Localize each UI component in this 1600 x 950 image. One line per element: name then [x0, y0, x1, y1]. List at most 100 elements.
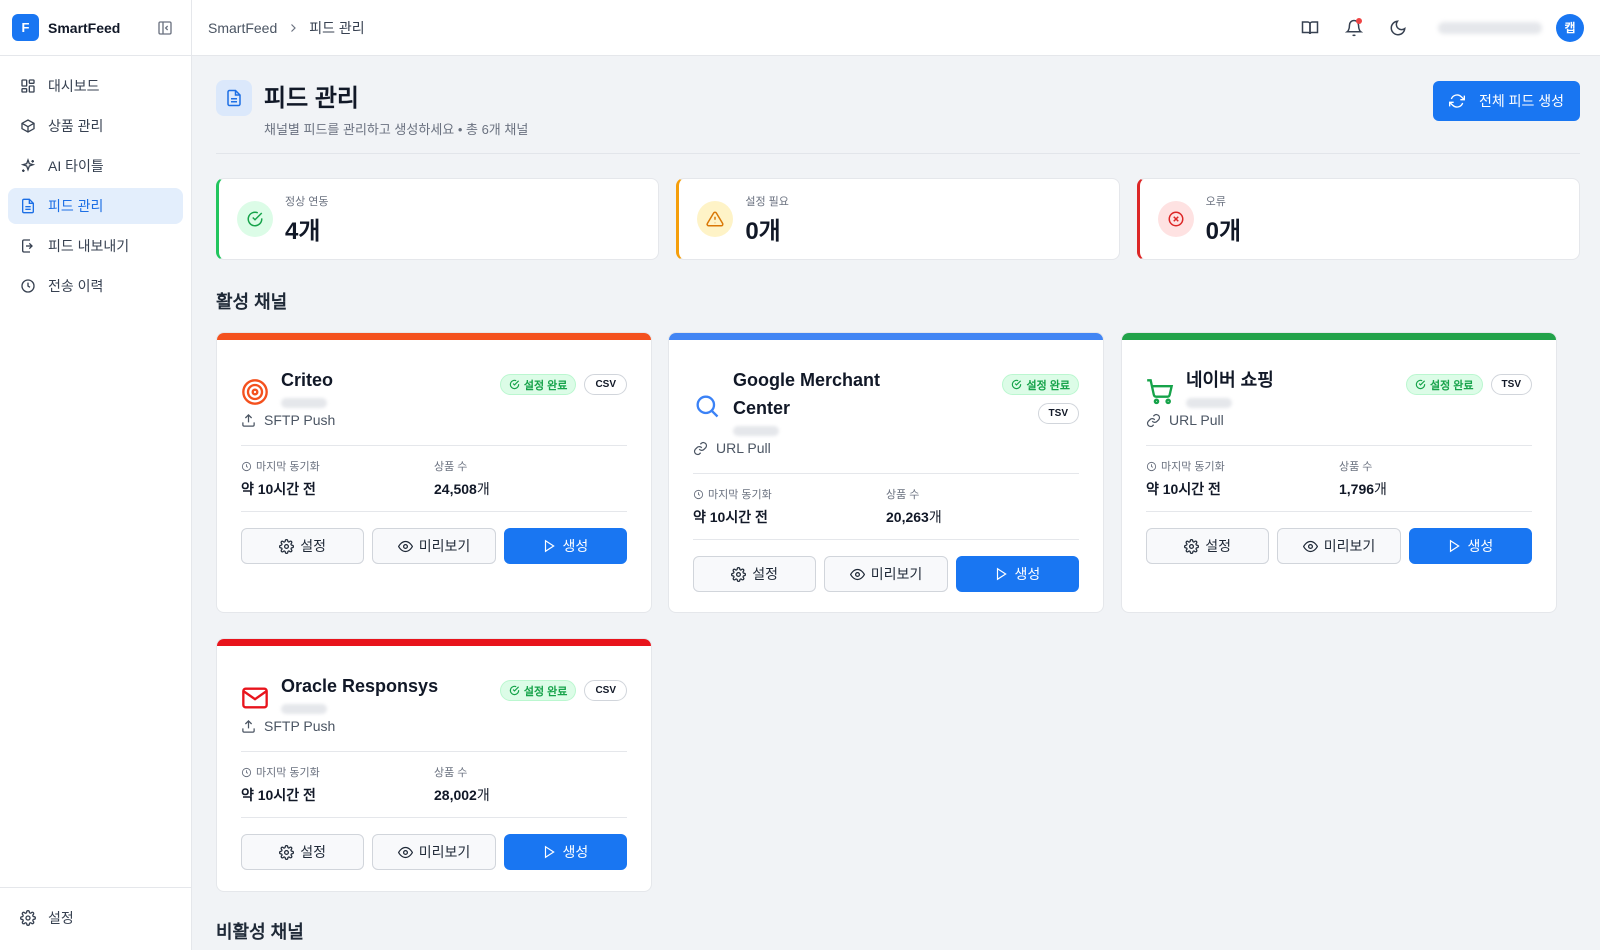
channel-card-google-merchant-center: Google Merchant Center 설정 완료 TSV URL Pul… [668, 332, 1104, 613]
sparkles-icon [20, 158, 36, 172]
generate-button[interactable]: 생성 [503, 834, 627, 870]
clock-icon [693, 489, 704, 499]
preview-button[interactable]: 미리보기 [372, 528, 496, 564]
check-circle-icon [1415, 379, 1426, 390]
generate-button[interactable]: 생성 [955, 556, 1079, 592]
settings-button[interactable]: 설정 [693, 556, 817, 592]
sidebar-nav: 대시보드 상품 관리 AI 타이틀 피드 관리 피드 내보내기 전송 이력 [0, 56, 191, 320]
moon-icon[interactable] [1380, 10, 1416, 46]
upload-icon [242, 413, 255, 427]
sidebar-item-label: 피드 관리 [48, 198, 104, 214]
card-accent-bar [669, 333, 1103, 340]
product-count-label: 상품 수 [434, 461, 468, 473]
refresh-icon [1448, 94, 1465, 108]
product-count-value: 20,263개 [886, 509, 942, 525]
card-accent-bar [217, 639, 651, 646]
sidebar-item-feed-export[interactable]: 피드 내보내기 [8, 228, 183, 264]
preview-button[interactable]: 미리보기 [372, 834, 496, 870]
product-count-label: 상품 수 [886, 489, 920, 501]
sidebar-item-products[interactable]: 상품 관리 [8, 108, 183, 144]
delivery-method-label: SFTP Push [264, 412, 336, 428]
last-sync-value: 약 10시간 전 [241, 787, 316, 803]
avatar[interactable]: 캡 [1556, 13, 1584, 42]
user-name-blurred [1438, 21, 1542, 34]
channel-name: 네이버 쇼핑 [1186, 370, 1274, 390]
sidebar-item-label: AI 타이틀 [48, 158, 104, 174]
play-icon [1450, 539, 1461, 553]
stat-card-ok: 정상 연동 4개 [216, 178, 660, 260]
channel-grid: Criteo 설정 완료 CSV SFTP Push 마지막 동기화 약 10시… [216, 332, 1580, 892]
status-badge-label: 설정 완료 [523, 685, 568, 698]
bell-icon[interactable] [1336, 10, 1372, 46]
status-badge-label: 설정 완료 [523, 379, 568, 392]
status-badge: 설정 완료 [499, 374, 577, 395]
delivery-method: URL Pull [693, 440, 1079, 456]
stat-value: 0개 [1205, 217, 1242, 245]
clock-icon [1146, 461, 1157, 471]
stat-value: 0개 [745, 217, 781, 245]
clock-icon [241, 767, 252, 777]
clock-icon [21, 279, 35, 293]
generate-all-label: 전체 피드 생성 [1478, 93, 1564, 109]
divider [241, 445, 627, 446]
inactive-channels-title: 비활성 채널 [216, 922, 304, 942]
sidebar-item-feed-management[interactable]: 피드 관리 [8, 188, 183, 224]
settings-button[interactable]: 설정 [1146, 528, 1270, 564]
generate-button[interactable]: 생성 [503, 528, 627, 564]
last-sync-label: 마지막 동기화 [241, 764, 434, 780]
status-badge-label: 설정 완료 [1430, 379, 1474, 392]
app-logo[interactable]: F [12, 14, 39, 41]
sidebar-item-label: 설정 [48, 910, 74, 926]
stat-label: 오류 [1205, 195, 1226, 208]
settings-button[interactable]: 설정 [241, 834, 365, 870]
eye-icon [397, 540, 413, 552]
stat-value: 4개 [285, 217, 321, 245]
sidebar-item-label: 피드 내보내기 [48, 238, 130, 254]
delivery-method-label: SFTP Push [264, 718, 336, 734]
settings-button[interactable]: 설정 [241, 528, 365, 564]
format-badge: CSV [584, 680, 627, 701]
stat-card-error: 오류 0개 [1136, 178, 1580, 260]
gear-icon [20, 910, 36, 926]
breadcrumb-current: 피드 관리 [309, 19, 365, 36]
sidebar-item-label: 상품 관리 [48, 118, 104, 134]
sidebar-item-settings[interactable]: 설정 [8, 900, 183, 936]
product-count-label: 상품 수 [1339, 461, 1373, 473]
sidebar-footer: 설정 [0, 887, 191, 950]
gear-icon [731, 566, 747, 582]
file-text-icon [216, 80, 252, 116]
channel-id-blurred [281, 398, 327, 408]
preview-button[interactable]: 미리보기 [824, 556, 948, 592]
sidebar-item-history[interactable]: 전송 이력 [8, 268, 183, 304]
upload-icon [242, 719, 255, 733]
divider [693, 473, 1079, 474]
chevron-right-icon [287, 22, 299, 34]
generate-button[interactable]: 생성 [1408, 528, 1532, 564]
card-accent-bar [1122, 333, 1556, 340]
divider [1146, 445, 1532, 446]
sidebar-toggle-icon[interactable] [157, 20, 173, 36]
page-subtitle: 채널별 피드를 관리하고 생성하세요 • 총 6개 채널 [264, 122, 529, 137]
stat-label: 정상 연동 [285, 195, 329, 208]
sidebar: F SmartFeed 대시보드 상품 관리 AI 타이틀 피드 관리 피드 내… [0, 0, 192, 950]
generate-all-feeds-button[interactable]: 전체 피드 생성 [1432, 81, 1580, 121]
breadcrumb-root[interactable]: SmartFeed [208, 20, 277, 36]
status-badge: 설정 완료 [1406, 374, 1483, 395]
preview-button[interactable]: 미리보기 [1277, 528, 1401, 564]
cart-icon [1147, 379, 1174, 405]
main-content: 피드 관리 채널별 피드를 관리하고 생성하세요 • 총 6개 채널 전체 피드… [216, 56, 1580, 944]
x-circle-icon [1157, 201, 1194, 237]
check-circle-icon [509, 379, 520, 390]
sidebar-item-ai-title[interactable]: AI 타이틀 [8, 148, 183, 184]
export-icon [22, 239, 33, 253]
status-badge-label: 설정 완료 [1026, 379, 1070, 392]
sidebar-item-dashboard[interactable]: 대시보드 [8, 68, 183, 104]
last-sync-value: 약 10시간 전 [693, 509, 768, 525]
stat-label: 설정 필요 [745, 195, 789, 208]
channel-name: Oracle Responsys [281, 676, 439, 696]
product-count-value: 24,508개 [434, 481, 490, 497]
status-badge: 설정 완료 [499, 680, 577, 701]
book-icon[interactable] [1292, 10, 1328, 46]
page-title: 피드 관리 [264, 85, 359, 112]
link-icon [1146, 413, 1161, 427]
